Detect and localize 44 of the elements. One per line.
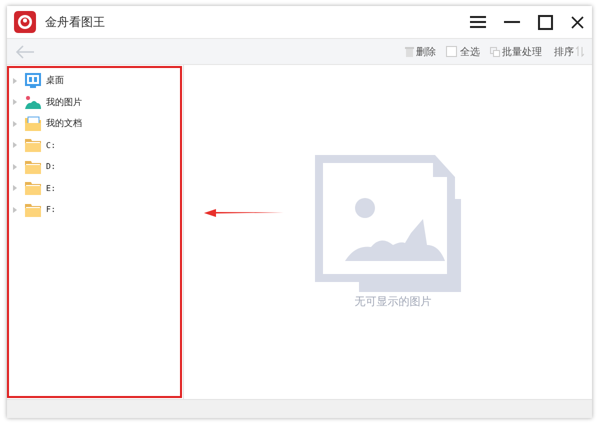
tree-item-label[interactable]: 我的图片 [46,96,82,109]
tree-item-label[interactable]: F: [46,205,56,214]
close-icon[interactable] [571,16,584,28]
landscape-icon [25,94,41,110]
delete-button[interactable]: 删除 [416,44,436,58]
app-logo-icon [14,11,36,33]
tree-item[interactable]: D: [10,156,178,178]
sort-icon[interactable] [576,46,584,57]
expand-arrow-icon[interactable] [13,185,17,192]
batch-icon[interactable] [490,46,500,56]
select-all-label[interactable]: 全选 [460,44,480,58]
folder-icon [25,202,41,217]
tree-item[interactable]: 桌面 [10,70,178,92]
tree-item[interactable]: E: [10,178,178,199]
expand-arrow-icon[interactable] [13,78,17,84]
expand-arrow-icon[interactable] [13,142,17,148]
tree-item-label[interactable]: C: [46,140,56,150]
tree-item[interactable]: C: [10,134,178,156]
menu-icon[interactable] [470,15,486,29]
expand-arrow-icon[interactable] [13,99,17,106]
expand-arrow-icon[interactable] [13,206,17,213]
minimize-icon[interactable] [504,21,520,23]
expand-arrow-icon[interactable] [13,164,17,170]
window-title: 金舟看图王 [45,14,105,30]
document-folder-icon [25,116,41,132]
batch-process-button[interactable]: 批量处理 [502,44,542,58]
sort-button[interactable]: 排序 [554,44,574,58]
folder-icon [25,138,41,152]
folder-icon [25,181,41,196]
folder-icon [25,160,41,174]
tree-item[interactable]: 我的图片 [10,92,178,113]
monitor-icon [25,72,41,89]
tree-item-label[interactable]: 我的文档 [46,117,82,130]
tree-item-label[interactable]: 桌面 [46,74,64,88]
trash-icon[interactable] [405,46,414,56]
tree-item[interactable]: F: [10,199,178,220]
tree-item[interactable]: 我的文档 [10,113,178,134]
maximize-icon[interactable] [538,14,553,30]
empty-message: 无可显示的图片 [354,294,432,309]
select-all-checkbox[interactable] [446,46,457,57]
tree-item-label[interactable]: E: [46,184,56,193]
back-arrow-icon[interactable] [15,44,35,58]
tree-item-label[interactable]: D: [46,162,56,172]
expand-arrow-icon[interactable] [13,120,17,127]
